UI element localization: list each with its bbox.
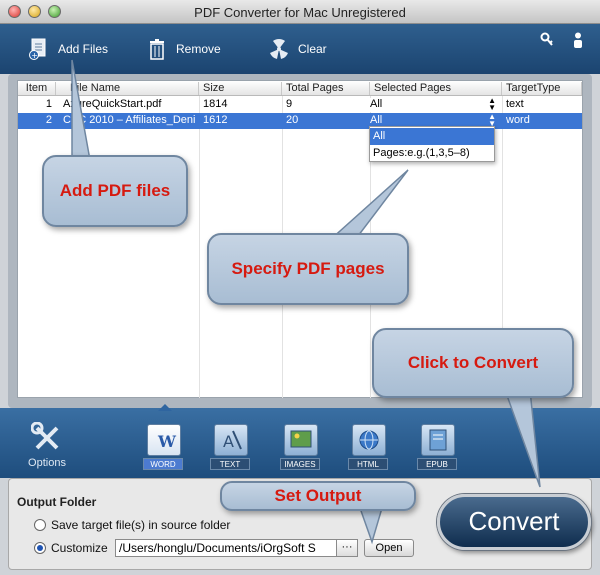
clear-icon <box>268 38 290 60</box>
tools-icon <box>30 421 59 450</box>
format-html-label: HTML <box>348 458 388 470</box>
col-target-type[interactable]: TargetType <box>502 82 582 95</box>
format-epub-label: EPUB <box>417 458 457 470</box>
svg-text:W: W <box>157 432 177 451</box>
stepper-arrows-icon: ▲ ▼ <box>488 112 496 128</box>
table-header: Item File Name Size Total Pages Selected… <box>18 81 582 96</box>
toolbar: + Add Files Remove Clear <box>0 24 600 74</box>
col-selected-pages[interactable]: Selected Pages <box>370 82 502 95</box>
add-file-icon: + <box>28 38 50 60</box>
cell-item: 2 <box>45 114 52 126</box>
stepper-arrows-icon: ▲ ▼ <box>488 96 496 112</box>
col-total-pages[interactable]: Total Pages <box>282 82 370 95</box>
cell-target-type: word <box>506 114 530 126</box>
format-images[interactable]: IMAGES <box>280 424 322 472</box>
dropdown-option-pages[interactable]: Pages:e.g.(1,3,5–8) <box>370 145 494 162</box>
format-html[interactable]: HTML <box>348 424 390 472</box>
title-bar: PDF Converter for Mac Unregistered <box>0 0 600 24</box>
clear-label: Clear <box>298 42 327 56</box>
convert-button[interactable]: Convert <box>437 494 591 550</box>
format-text-label: TEXT <box>210 458 250 470</box>
output-folder-title: Output Folder <box>17 495 97 509</box>
svg-text:+: + <box>31 51 38 60</box>
col-size[interactable]: Size <box>199 82 282 95</box>
save-in-source-label: Save target file(s) in source folder <box>51 518 231 532</box>
selected-pages-select[interactable]: All ▲ ▼ <box>368 96 498 112</box>
selection-arrow-icon <box>158 404 172 411</box>
remove-button[interactable]: Remove <box>146 36 221 62</box>
clear-button[interactable]: Clear <box>268 36 327 62</box>
save-in-source-radio[interactable] <box>34 519 46 531</box>
cell-item: 1 <box>45 98 52 110</box>
selected-pages-value: All <box>370 98 383 110</box>
add-files-button[interactable]: + Add Files <box>28 36 108 62</box>
cell-total-pages: 20 <box>286 114 299 126</box>
text-doc-icon: A <box>214 424 248 456</box>
options-button[interactable]: Options <box>18 421 76 474</box>
open-folder-button[interactable]: Open <box>364 539 414 557</box>
format-word[interactable]: W WORD <box>143 424 185 472</box>
col-file-name[interactable]: File Name <box>56 82 199 95</box>
callout-add-pdf: Add PDF files <box>42 155 188 227</box>
epub-icon <box>421 424 455 456</box>
format-word-label: WORD <box>143 458 183 470</box>
callout-click-convert: Click to Convert <box>372 328 574 398</box>
remove-label: Remove <box>176 42 221 56</box>
browse-button[interactable]: ··· <box>336 539 358 557</box>
pages-dropdown-menu: All Pages:e.g.(1,3,5–8) <box>369 126 495 162</box>
output-path-input[interactable] <box>115 539 339 557</box>
table-row[interactable]: 1 AxureQuickStart.pdf 1814 9 All ▲ ▼ text <box>18 97 582 113</box>
cell-file-name: CSC 2010 – Affiliates_Deni <box>63 114 196 126</box>
cell-size: 1612 <box>203 114 228 126</box>
window-title: PDF Converter for Mac Unregistered <box>194 5 406 20</box>
svg-text:A: A <box>223 432 234 451</box>
dropdown-option-all[interactable]: All <box>370 128 494 145</box>
format-epub[interactable]: EPUB <box>417 424 459 472</box>
table-row-selected[interactable]: 2 CSC 2010 – Affiliates_Deni 1612 20 All… <box>18 113 582 129</box>
customize-label: Customize <box>51 541 108 555</box>
word-doc-icon: W <box>147 424 181 456</box>
image-icon <box>284 424 318 456</box>
add-files-label: Add Files <box>58 42 109 56</box>
callout-set-output: Set Output <box>220 481 416 511</box>
cell-total-pages: 9 <box>286 98 293 110</box>
col-item[interactable]: Item <box>18 82 56 95</box>
cell-target-type: text <box>506 98 524 110</box>
callout-specify-pages: Specify PDF pages <box>207 233 409 305</box>
user-icon[interactable] <box>572 32 586 48</box>
customize-radio[interactable] <box>34 542 46 554</box>
format-images-label: IMAGES <box>280 458 320 470</box>
cell-size: 1814 <box>203 98 228 110</box>
globe-icon <box>352 424 386 456</box>
key-icon[interactable] <box>540 32 554 48</box>
selected-pages-value: All <box>370 114 383 126</box>
format-text[interactable]: A TEXT <box>210 424 252 472</box>
format-bar: Options W WORD A TEXT IMAGES HTML EPUB <box>0 408 600 478</box>
cell-file-name: AxureQuickStart.pdf <box>63 98 162 110</box>
column-divider <box>199 96 200 398</box>
trash-icon <box>146 38 168 60</box>
options-label: Options <box>28 457 66 469</box>
